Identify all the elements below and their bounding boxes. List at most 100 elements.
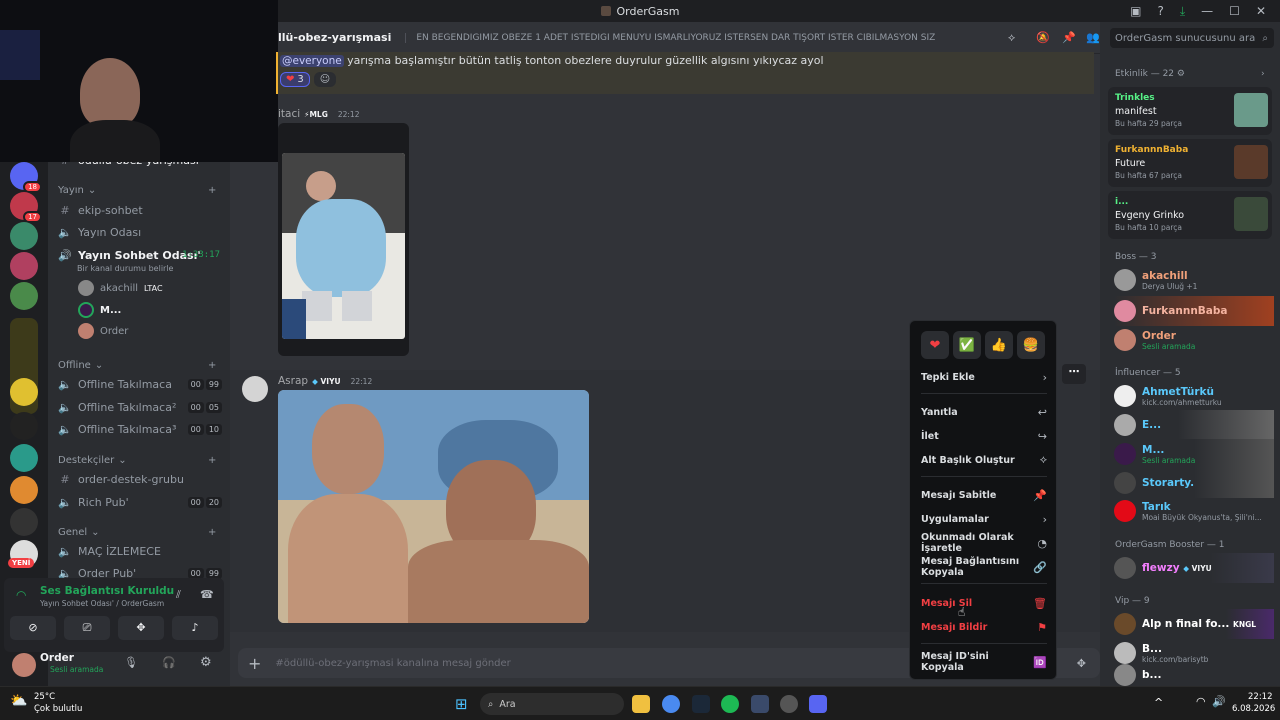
weather-icon[interactable]: ⛅	[10, 693, 27, 709]
file-explorer-icon[interactable]	[632, 695, 650, 713]
voice-user[interactable]: akachill LTAC	[78, 280, 163, 296]
menu-item-reply[interactable]: Yanıtla ↩	[921, 402, 1047, 422]
category-genel[interactable]: Genel ⌄ +	[58, 527, 216, 538]
clock-time[interactable]: 22:12	[1248, 692, 1273, 702]
server-icon[interactable]: 17	[10, 192, 42, 223]
member-item[interactable]: akachill Derya Uluğ +1	[1114, 265, 1274, 295]
close-button[interactable]: ✕	[1256, 4, 1266, 18]
steam-icon[interactable]	[692, 695, 710, 713]
noise-suppression-icon[interactable]: ⫽	[176, 588, 181, 602]
download-icon[interactable]: ⤓	[1180, 4, 1185, 19]
activity-card[interactable]: FurkannnBaba Future Bu hafta 67 parça	[1108, 139, 1272, 187]
voice-status[interactable]: Ses Bağlantısı Kuruldu	[40, 585, 174, 597]
activity-card[interactable]: Trinkles manifest Bu hafta 29 parça	[1108, 87, 1272, 135]
gear-icon[interactable]: ⚙	[200, 655, 212, 670]
weather-temp[interactable]: 25°C	[34, 692, 55, 702]
member-item[interactable]: b...	[1114, 664, 1274, 686]
channel-topic[interactable]: EN BEĞENDİĞİMİZ OBEZE 1 ADET İSTEDİĞİ ME…	[405, 32, 935, 43]
author-name[interactable]: itaci	[278, 108, 300, 120]
activity-card[interactable]: i... Evgeny Grinko Bu hafta 10 parça	[1108, 191, 1272, 239]
member-item[interactable]: E...	[1114, 410, 1274, 440]
menu-item-add-reaction[interactable]: Tepki Ekle ›	[921, 367, 1047, 387]
spotify-icon[interactable]	[721, 695, 739, 713]
voice-user[interactable]: M...	[78, 302, 121, 318]
member-item[interactable]: Order Sesli aramada	[1114, 325, 1274, 355]
member-item[interactable]: Storarty.	[1114, 468, 1274, 498]
member-item[interactable]: Tarık Moai Büyük Okyanus'ta, Şili'ni...	[1114, 496, 1274, 526]
menu-item-copy-id[interactable]: Mesaj ID'sini Kopyala 🆔	[921, 651, 1047, 673]
clock-date[interactable]: 6.08.2026	[1232, 704, 1275, 714]
disconnect-icon[interactable]: ☎	[200, 588, 214, 601]
members-icon[interactable]: 👥	[1086, 31, 1100, 44]
image-attachment[interactable]	[278, 123, 409, 356]
channel-yayin-sohbet-odasi[interactable]: 🔊 Yayın Sohbet Odası' 1:33:17	[58, 245, 226, 265]
weather-desc[interactable]: Çok bulutlu	[34, 704, 82, 714]
add-channel-icon[interactable]: +	[208, 360, 216, 371]
add-channel-icon[interactable]: +	[208, 185, 216, 196]
member-item[interactable]: flewzy ◆ VIYU	[1114, 553, 1274, 583]
server-icon[interactable]	[10, 412, 38, 440]
server-search[interactable]: OrderGasm sunucusunu ara ⌕	[1110, 28, 1274, 48]
chrome-icon[interactable]	[662, 695, 680, 713]
help-icon[interactable]: ?	[1157, 4, 1163, 18]
add-channel-icon[interactable]: +	[208, 527, 216, 538]
screen-share-button[interactable]: ⎚	[64, 616, 110, 640]
quick-reaction-heart[interactable]: ❤	[921, 331, 949, 359]
server-icon[interactable]	[10, 282, 38, 310]
server-icon[interactable]	[10, 508, 38, 536]
quick-reaction-burger[interactable]: 🍔	[1017, 331, 1045, 359]
voice-channel-status[interactable]: Bir kanal durumu belirle	[77, 264, 173, 273]
channel-offline-1[interactable]: 🔈 Offline Takılmaca 00 99	[58, 374, 226, 394]
server-icon[interactable]	[10, 222, 38, 250]
app-icon[interactable]	[751, 695, 769, 713]
channel-yayin-odasi[interactable]: 🔈 Yayın Odası	[58, 222, 226, 242]
everyone-message[interactable]: @everyone yarışma başlamıştır bütün tatl…	[276, 52, 1094, 94]
menu-item-create-thread[interactable]: Alt Başlık Oluştur ⟡	[921, 450, 1047, 470]
menu-item-report[interactable]: Mesajı Bildir ⚑	[921, 617, 1047, 637]
minimize-button[interactable]: —	[1201, 4, 1213, 18]
menu-item-mark-unread[interactable]: Okunmadı Olarak İşaretle ◔	[921, 532, 1047, 554]
server-icon[interactable]	[10, 378, 38, 406]
everyone-mention[interactable]: @everyone	[280, 55, 344, 67]
category-destekciler[interactable]: Destekçiler ⌄ +	[58, 455, 216, 466]
more-options-icon[interactable]: ⋯	[1062, 364, 1086, 384]
menu-item-pin[interactable]: Mesajı Sabitle 📌	[921, 485, 1047, 505]
menu-item-copy-link[interactable]: Mesaj Bağlantısını Kopyala 🔗	[921, 556, 1047, 578]
member-item[interactable]: M... Sesli aramada	[1114, 439, 1274, 469]
quick-reaction-check[interactable]: ✅	[953, 331, 981, 359]
avatar[interactable]	[12, 653, 36, 677]
mute-icon[interactable]: 🔕	[1036, 31, 1050, 44]
server-icon[interactable]	[10, 444, 38, 472]
channel-rich-pub[interactable]: 🔈 Rich Pub' 00 20	[58, 492, 226, 512]
volume-icon[interactable]: 🔊	[1212, 695, 1226, 708]
channel-mac-izlemece[interactable]: 🔈 MAÇ İZLEMECE	[58, 541, 226, 561]
taskbar-search[interactable]: ⌕ Ara	[480, 693, 624, 715]
pin-icon[interactable]: 📌	[1062, 31, 1076, 44]
channel-order-destek-grubu[interactable]: # order-destek-grubu	[58, 469, 226, 489]
add-attachment-icon[interactable]: +	[248, 654, 261, 673]
menu-item-apps[interactable]: Uygulamalar ›	[921, 509, 1047, 529]
maximize-button[interactable]: ☐	[1229, 4, 1240, 18]
menu-item-delete[interactable]: Mesajı Sil 🗑	[921, 593, 1047, 613]
heart-reaction[interactable]: ❤ 3	[280, 72, 310, 87]
soundboard-button[interactable]: ♪	[172, 616, 218, 640]
member-item[interactable]: FurkannnBaba	[1114, 296, 1274, 326]
server-icon[interactable]	[10, 252, 38, 280]
author-name[interactable]: Asrap	[278, 375, 308, 387]
category-offline[interactable]: Offline ⌄ +	[58, 360, 216, 371]
add-channel-icon[interactable]: +	[208, 455, 216, 466]
voice-user[interactable]: Order	[78, 323, 128, 339]
obs-icon[interactable]	[780, 695, 798, 713]
channel-ekip-sohbet[interactable]: # ekip-sohbet	[58, 200, 226, 220]
signal-icon[interactable]: ◠	[16, 588, 26, 602]
quick-reaction-thumbsup[interactable]: 👍	[985, 331, 1013, 359]
add-reaction-button[interactable]: ☺	[313, 72, 337, 87]
avatar[interactable]	[242, 376, 268, 402]
menu-item-forward[interactable]: İlet ↪	[921, 426, 1047, 446]
start-button[interactable]: ⊞	[455, 695, 468, 713]
apps-icon[interactable]: ✥	[1077, 657, 1086, 670]
category-yayin[interactable]: Yayın ⌄ +	[58, 185, 216, 196]
discord-icon[interactable]	[809, 695, 827, 713]
tray-chevron-icon[interactable]: ^	[1154, 696, 1163, 709]
member-item[interactable]: Alp n final fo... KNGL	[1114, 609, 1274, 639]
